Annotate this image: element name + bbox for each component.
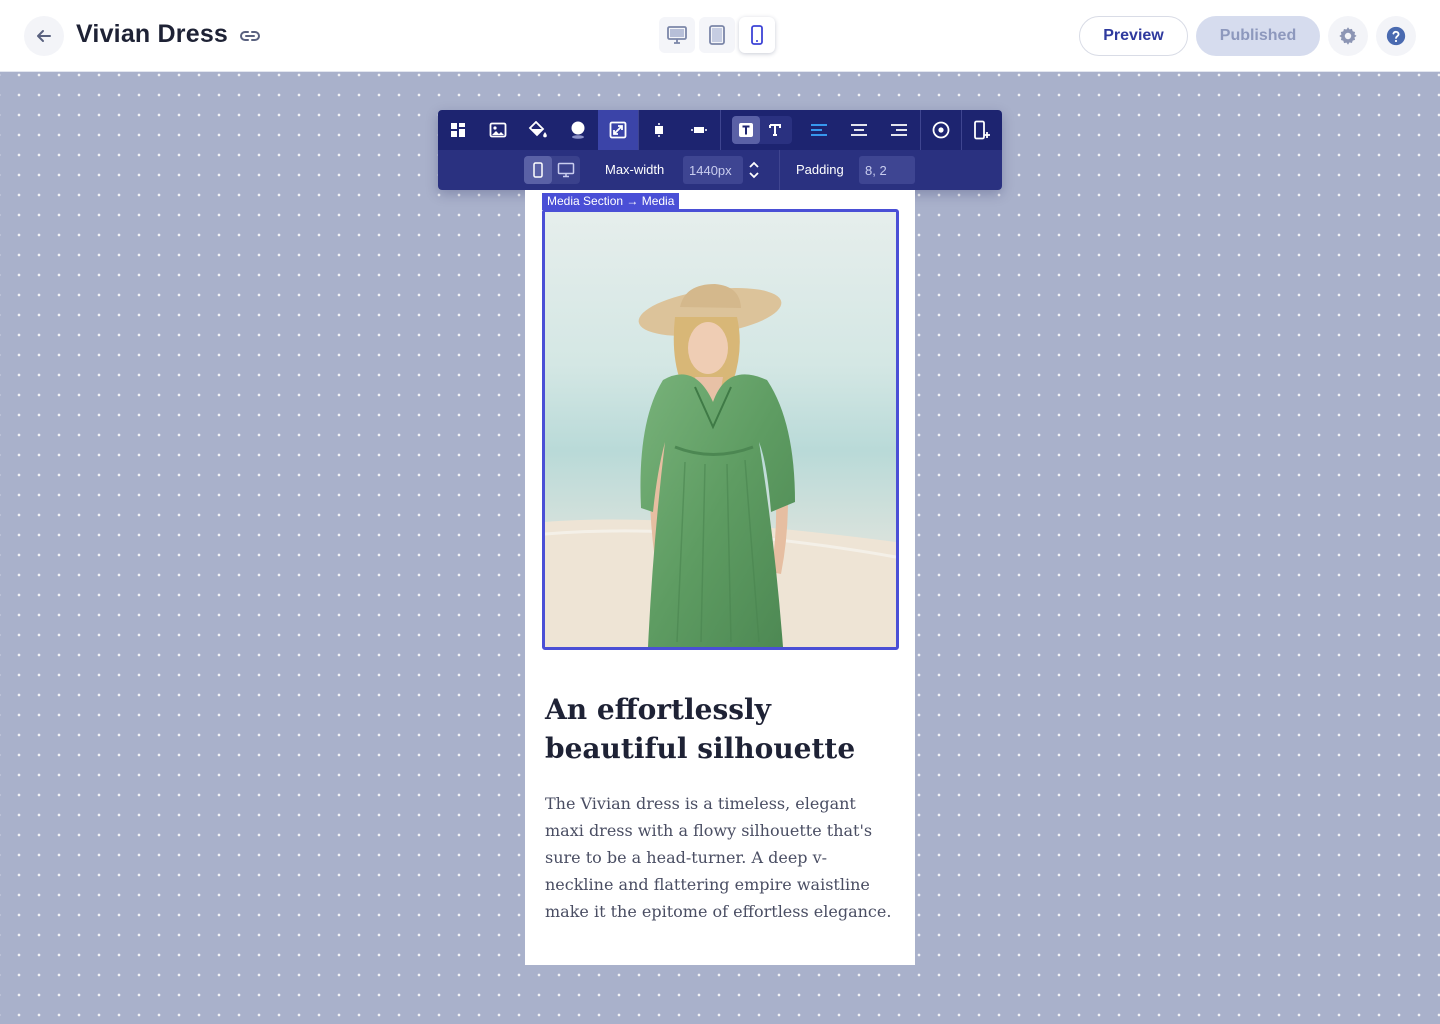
- breakpoint-toggle: [524, 156, 580, 184]
- width-narrow-button[interactable]: [639, 110, 679, 150]
- target-icon: [932, 121, 950, 139]
- gear-icon: [1339, 27, 1357, 45]
- layout-tool-button[interactable]: [438, 110, 478, 150]
- align-right-button[interactable]: [879, 110, 919, 150]
- resize-tool-button[interactable]: [598, 110, 638, 150]
- layout-icon: [451, 123, 465, 137]
- media-block[interactable]: [542, 209, 899, 650]
- width-wide-button[interactable]: [679, 110, 719, 150]
- fill-tool-button[interactable]: [518, 110, 558, 150]
- toolbar-divider: [720, 110, 721, 150]
- published-button[interactable]: Published: [1196, 16, 1320, 56]
- desktop-icon: [557, 162, 575, 178]
- max-width-input[interactable]: 1440px: [683, 156, 743, 184]
- text-style-outline-icon: [769, 124, 781, 136]
- settings-button[interactable]: [1328, 16, 1368, 56]
- align-left-button[interactable]: [799, 110, 839, 150]
- desktop-view-button[interactable]: [659, 17, 695, 53]
- text-style-solid-button[interactable]: [732, 116, 760, 144]
- toolbar-primary-row: [438, 110, 1002, 150]
- desktop-icon: [667, 26, 687, 44]
- dress-photo: [545, 212, 896, 647]
- top-bar: Vivian Dress Preview Published: [0, 0, 1440, 72]
- align-right-icon: [891, 124, 907, 136]
- text-style-toggle: [732, 116, 792, 144]
- text-style-outline-button[interactable]: [761, 116, 789, 144]
- padding-label: Padding: [796, 162, 844, 177]
- resize-icon: [609, 121, 627, 139]
- page-title: Vivian Dress: [76, 20, 229, 48]
- help-button[interactable]: [1376, 16, 1416, 56]
- text-style-solid-icon: [739, 123, 753, 137]
- align-center-button[interactable]: [839, 110, 879, 150]
- section-body-text: The Vivian dress is a timeless, elegant …: [545, 794, 892, 921]
- block-toolbar: Max-width 1440px Padding 8, 2: [438, 110, 1002, 190]
- tablet-view-button[interactable]: [699, 17, 735, 53]
- shadow-icon: [571, 121, 585, 139]
- padding-input[interactable]: 8, 2: [859, 156, 915, 184]
- focal-point-button[interactable]: [921, 110, 961, 150]
- link-icon[interactable]: [238, 24, 262, 48]
- align-left-icon: [811, 124, 827, 136]
- toolbar-secondary-row: Max-width 1440px Padding 8, 2: [438, 150, 1002, 190]
- align-small-icon: [655, 123, 663, 137]
- help-icon: [1386, 26, 1406, 46]
- image-icon: [489, 122, 507, 138]
- add-section-button[interactable]: [962, 110, 1002, 150]
- preview-button[interactable]: Preview: [1079, 16, 1188, 56]
- align-wide-icon: [691, 127, 707, 133]
- breakpoint-mobile-button[interactable]: [524, 156, 552, 184]
- breakpoint-desktop-button[interactable]: [552, 156, 580, 184]
- image-tool-button[interactable]: [478, 110, 518, 150]
- align-center-icon: [851, 124, 867, 136]
- toolbar-divider: [779, 150, 780, 190]
- selection-label: Media Section → Media: [542, 193, 680, 210]
- max-width-label: Max-width: [605, 162, 665, 177]
- arrow-left-icon: [37, 30, 51, 42]
- section-headline: An effortlessly beautiful silhouette: [545, 693, 856, 765]
- mobile-icon: [751, 25, 763, 45]
- mobile-view-button[interactable]: [739, 17, 775, 53]
- mobile-icon: [533, 162, 543, 178]
- back-button[interactable]: [24, 16, 64, 56]
- fill-icon: [528, 121, 547, 138]
- shadow-tool-button[interactable]: [558, 110, 598, 150]
- stepper-icon[interactable]: [747, 160, 761, 180]
- tablet-icon: [709, 25, 725, 45]
- device-switcher: [659, 17, 775, 53]
- add-section-icon: [974, 120, 990, 140]
